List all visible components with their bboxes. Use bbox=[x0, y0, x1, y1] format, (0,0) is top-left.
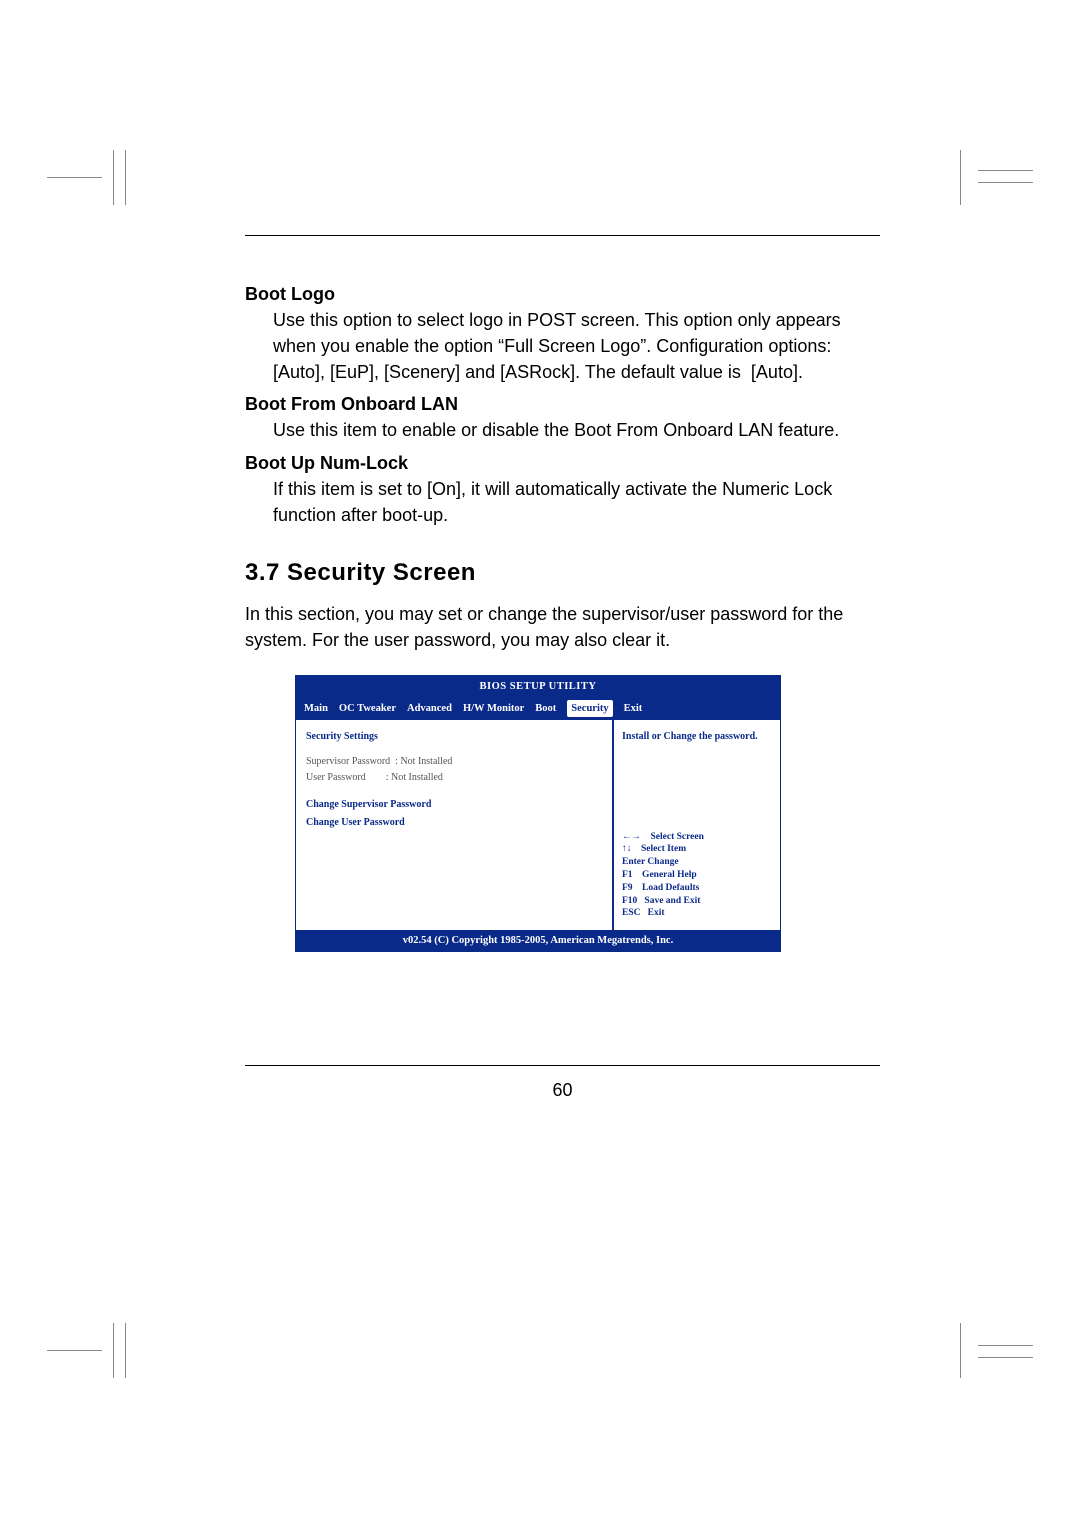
section-heading: 3.7 Security Screen bbox=[245, 556, 880, 591]
bios-status-row: Supervisor Password : Not Installed bbox=[306, 755, 602, 770]
term-boot-logo: Boot Logo bbox=[245, 281, 880, 307]
bios-help-text: Install or Change the password. bbox=[622, 730, 772, 743]
section-intro: In this section, you may set or change t… bbox=[245, 601, 880, 653]
rule-top bbox=[245, 235, 880, 236]
bios-key-row: ←→ Select Screen bbox=[622, 831, 772, 844]
body-text: Boot Logo Use this option to select logo… bbox=[245, 281, 880, 952]
bios-title: BIOS SETUP UTILITY bbox=[296, 676, 780, 697]
rule-bottom bbox=[245, 1065, 880, 1066]
bios-key-row: ESC Exit bbox=[622, 907, 772, 920]
desc-boot-lan: Use this item to enable or disable the B… bbox=[273, 417, 880, 443]
bios-tab-main[interactable]: Main bbox=[304, 701, 328, 716]
bios-window: BIOS SETUP UTILITY Main OC Tweaker Advance… bbox=[295, 675, 781, 953]
bios-tab-oc-tweaker[interactable]: OC Tweaker bbox=[339, 701, 396, 716]
desc-boot-logo: Use this option to select logo in POST s… bbox=[273, 307, 880, 385]
bios-key-row: F10 Save and Exit bbox=[622, 895, 772, 908]
bios-tab-boot[interactable]: Boot bbox=[535, 701, 556, 716]
bios-key-row: ↑↓ Select Item bbox=[622, 843, 772, 856]
desc-boot-numlock: If this item is set to [On], it will aut… bbox=[273, 476, 880, 528]
page-footer: 60 bbox=[245, 1065, 880, 1101]
term-boot-lan: Boot From Onboard LAN bbox=[245, 391, 880, 417]
bios-key-legend: ←→ Select Screen↑↓ Select ItemEnter Chan… bbox=[622, 831, 772, 921]
bios-screenshot: BIOS SETUP UTILITY Main OC Tweaker Advance… bbox=[295, 675, 781, 953]
term-boot-numlock: Boot Up Num-Lock bbox=[245, 450, 880, 476]
bios-footer: v02.54 (C) Copyright 1985-2005, American… bbox=[296, 930, 780, 951]
bios-key-row: F1 General Help bbox=[622, 869, 772, 882]
bios-key-row: F9 Load Defaults bbox=[622, 882, 772, 895]
page-number: 60 bbox=[245, 1080, 880, 1101]
bios-tab-h-w-monitor[interactable]: H/W Monitor bbox=[463, 701, 524, 716]
bios-tab-advanced[interactable]: Advanced bbox=[407, 701, 452, 716]
bios-tab-security[interactable]: Security bbox=[567, 700, 612, 717]
bios-body: Security Settings Supervisor Password : … bbox=[296, 720, 780, 930]
bios-left-heading: Security Settings bbox=[306, 730, 602, 745]
bios-links: Change Supervisor Password Change User Pa… bbox=[306, 798, 602, 831]
bios-link-change-user-password[interactable]: Change User Password bbox=[306, 816, 602, 831]
bios-key-row: Enter Change bbox=[622, 856, 772, 869]
bios-tab-exit[interactable]: Exit bbox=[624, 701, 643, 716]
bios-right-pane: Install or Change the password. ←→ Selec… bbox=[614, 720, 780, 930]
bios-rows: Supervisor Password : Not InstalledUser … bbox=[306, 755, 602, 786]
bios-left-pane: Security Settings Supervisor Password : … bbox=[296, 720, 614, 930]
bios-tab-bar: Main OC Tweaker Advanced H/W Monitor Boot Sec… bbox=[296, 697, 780, 720]
page-content: Boot Logo Use this option to select logo… bbox=[245, 235, 880, 952]
bios-status-row: User Password : Not Installed bbox=[306, 771, 602, 786]
bios-link-change-supervisor-password[interactable]: Change Supervisor Password bbox=[306, 798, 602, 813]
